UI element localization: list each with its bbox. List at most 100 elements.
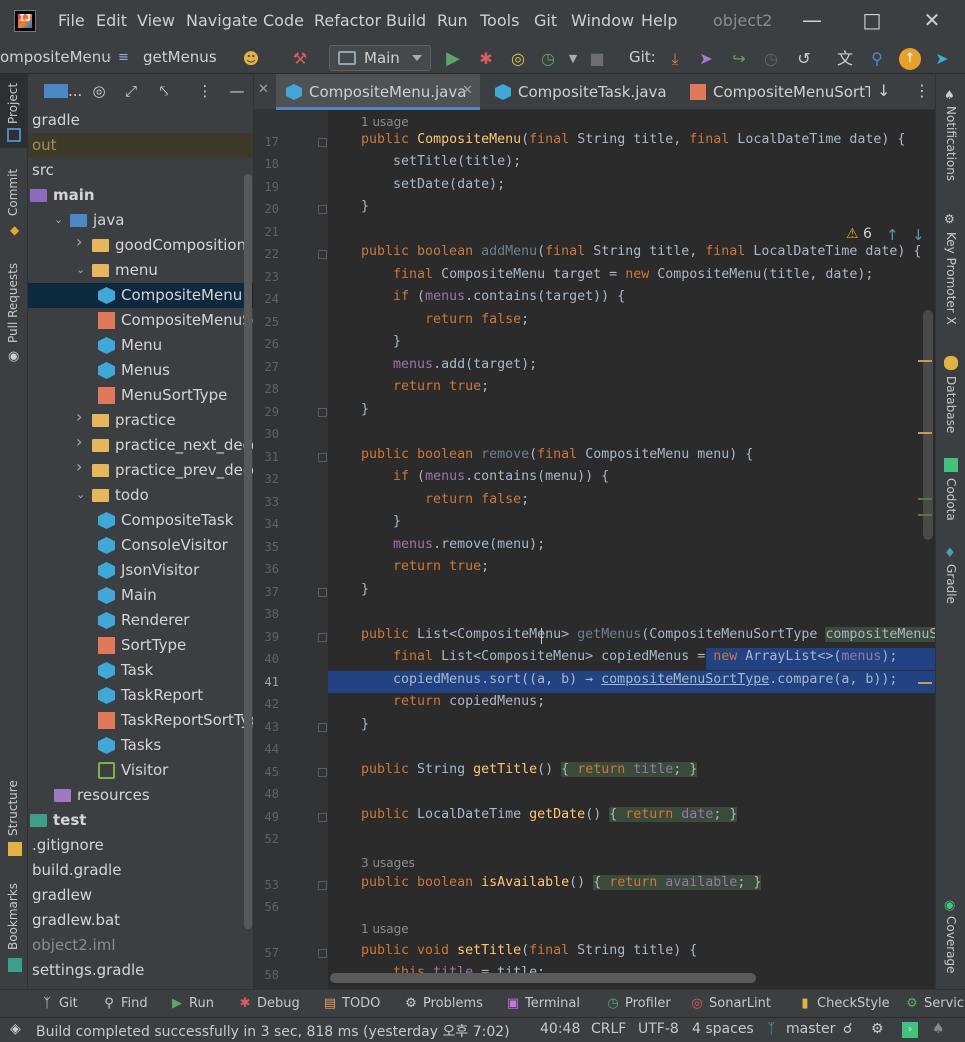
breadcrumb-class[interactable]: ompositeMenu xyxy=(0,48,111,66)
code-line[interactable]: setTitle(title); xyxy=(361,154,521,169)
code-line[interactable]: public boolean addMenu(final String titl… xyxy=(361,244,921,259)
profiler-icon[interactable]: ◷ xyxy=(537,48,559,70)
locate-target-icon[interactable]: ◎ xyxy=(90,82,108,100)
line-number[interactable]: 41 xyxy=(254,675,279,689)
tree-item[interactable]: out xyxy=(28,133,253,158)
tab-commit[interactable]: Commit xyxy=(6,169,20,216)
git-branch[interactable]: master xyxy=(786,1021,835,1037)
tab-structure[interactable]: Structure xyxy=(6,780,20,836)
editor-vertical-scrollbar[interactable] xyxy=(923,310,933,540)
git-push-icon[interactable]: ➤ xyxy=(695,48,717,70)
code-line[interactable]: menus.add(target); xyxy=(361,357,537,372)
run-configuration-select[interactable]: Main xyxy=(329,45,431,71)
tree-item[interactable]: Renderer xyxy=(28,608,253,633)
next-highlight-icon[interactable]: ↓ xyxy=(912,226,925,244)
code-line[interactable]: return false; xyxy=(361,312,529,327)
menu-help[interactable]: Help xyxy=(641,11,677,30)
menu-navigate[interactable]: Navigate xyxy=(186,11,258,30)
usage-hint[interactable]: 3 usages xyxy=(361,856,415,870)
warning-marker[interactable] xyxy=(918,360,932,362)
menu-view[interactable]: View xyxy=(137,11,175,30)
project-scrollbar[interactable] xyxy=(244,174,252,929)
tree-item[interactable]: src xyxy=(28,158,253,183)
codota-status-icon[interactable]: › xyxy=(902,1022,918,1038)
tree-item[interactable]: .gitignore xyxy=(28,833,253,858)
tree-item[interactable]: JsonVisitor xyxy=(28,558,253,583)
tree-item[interactable]: gradlew xyxy=(28,883,253,908)
code-line[interactable]: public List<CompositeMenu> getMenus(Comp… xyxy=(361,627,935,642)
breadcrumb-method[interactable]: getMenus xyxy=(143,48,217,66)
git-history-icon[interactable]: ◷ xyxy=(760,48,782,70)
line-number[interactable]: 25 xyxy=(254,315,279,329)
tree-item[interactable]: CompositeMenu xyxy=(28,283,253,308)
tool-run[interactable]: ▶ Run xyxy=(170,996,214,1011)
fold-marker-icon[interactable] xyxy=(318,949,327,958)
maximize-button[interactable]: □ xyxy=(848,6,896,34)
tree-item[interactable]: › goodComposition xyxy=(28,233,253,258)
tab-more-icon[interactable]: ⋮ xyxy=(914,81,930,100)
tab-bookmarks[interactable]: Bookmarks xyxy=(6,883,20,950)
tab-project[interactable]: Project xyxy=(6,83,20,124)
usage-hint[interactable]: 1 usage xyxy=(361,922,409,936)
tool-checkstyle[interactable]: ▮ CheckStyle xyxy=(798,996,889,1011)
previous-highlight-icon[interactable]: ↑ xyxy=(886,226,899,244)
line-separator[interactable]: CRLF xyxy=(591,1021,626,1037)
line-number[interactable]: 43 xyxy=(254,720,279,734)
chevron-down-icon[interactable]: ⌄ xyxy=(76,488,88,502)
line-number[interactable]: 26 xyxy=(254,337,279,351)
tab-key-promoter[interactable]: Key Promoter X xyxy=(944,232,958,325)
menu-code[interactable]: Code xyxy=(263,11,304,30)
menu-refactor[interactable]: Refactor xyxy=(314,11,381,30)
tree-item[interactable]: CompositeMenuSortType xyxy=(28,308,253,333)
minimize-button[interactable]: — xyxy=(788,6,836,34)
close-tab-icon[interactable]: ✕ xyxy=(462,83,473,98)
line-number[interactable]: 40 xyxy=(254,652,279,666)
layers-icon[interactable]: ◈ xyxy=(10,1021,21,1037)
code-line[interactable]: final List<CompositeMenu> copiedMenus = … xyxy=(361,649,897,664)
chevron-right-icon[interactable]: › xyxy=(76,459,88,475)
tab-codota[interactable]: Codota xyxy=(944,478,958,521)
file-encoding[interactable]: UTF-8 xyxy=(638,1021,679,1037)
expand-all-icon[interactable]: ⤢ xyxy=(122,82,140,100)
indent-setting[interactable]: 4 spaces xyxy=(692,1021,754,1037)
fold-marker-icon[interactable] xyxy=(318,250,327,259)
more-run-chevron-icon[interactable]: ▼ xyxy=(562,48,584,70)
code-line[interactable]: } xyxy=(361,582,369,597)
menu-git[interactable]: Git xyxy=(534,11,557,30)
fold-marker-icon[interactable] xyxy=(318,138,327,147)
tool-services[interactable]: ⚙ Servic xyxy=(905,996,964,1011)
editor-horizontal-scrollbar[interactable] xyxy=(330,973,756,983)
line-number[interactable]: 20 xyxy=(254,202,279,216)
coverage-icon[interactable]: ◎ xyxy=(507,48,529,70)
tab-notifications[interactable]: Notifications xyxy=(944,106,958,181)
project-view-icon[interactable] xyxy=(44,84,68,98)
fold-marker-icon[interactable] xyxy=(318,881,327,890)
tree-item[interactable]: Main xyxy=(28,583,253,608)
close-window-button[interactable]: ✕ xyxy=(908,6,956,34)
tab-list-chevron-icon[interactable]: ↓ xyxy=(877,81,890,100)
line-number[interactable]: 57 xyxy=(254,946,279,960)
line-number[interactable]: 56 xyxy=(254,900,279,914)
chevron-down-icon[interactable]: ⌄ xyxy=(76,263,88,277)
fold-marker-icon[interactable] xyxy=(318,205,327,214)
tab-compositemenu-java[interactable]: CompositeMenu.java ✕ xyxy=(276,74,480,110)
tree-item[interactable]: Tasks xyxy=(28,733,253,758)
tree-item[interactable]: Menus xyxy=(28,358,253,383)
tree-item[interactable]: test xyxy=(28,808,253,833)
line-number[interactable]: 37 xyxy=(254,585,279,599)
code-line[interactable]: } xyxy=(361,717,369,732)
line-number[interactable]: 18 xyxy=(254,157,279,171)
translate-icon[interactable]: 文 xyxy=(834,48,856,70)
lock-icon[interactable]: ☌ xyxy=(843,1021,852,1037)
tree-item[interactable]: Visitor xyxy=(28,758,253,783)
tree-item[interactable]: › practice_prev_deco_for_ xyxy=(28,458,253,483)
inspector-icon[interactable]: ⚙ xyxy=(871,1021,884,1037)
fold-marker-icon[interactable] xyxy=(318,633,327,642)
status-message[interactable]: Build completed successfully in 3 sec, 8… xyxy=(36,1021,510,1041)
tree-item[interactable]: TaskReport xyxy=(28,683,253,708)
tool-find[interactable]: ⚲ Find xyxy=(102,996,147,1011)
code-line[interactable]: } xyxy=(361,514,401,529)
line-number[interactable]: 23 xyxy=(254,270,279,284)
code-line[interactable]: } xyxy=(361,334,401,349)
line-number[interactable]: 32 xyxy=(254,472,279,486)
